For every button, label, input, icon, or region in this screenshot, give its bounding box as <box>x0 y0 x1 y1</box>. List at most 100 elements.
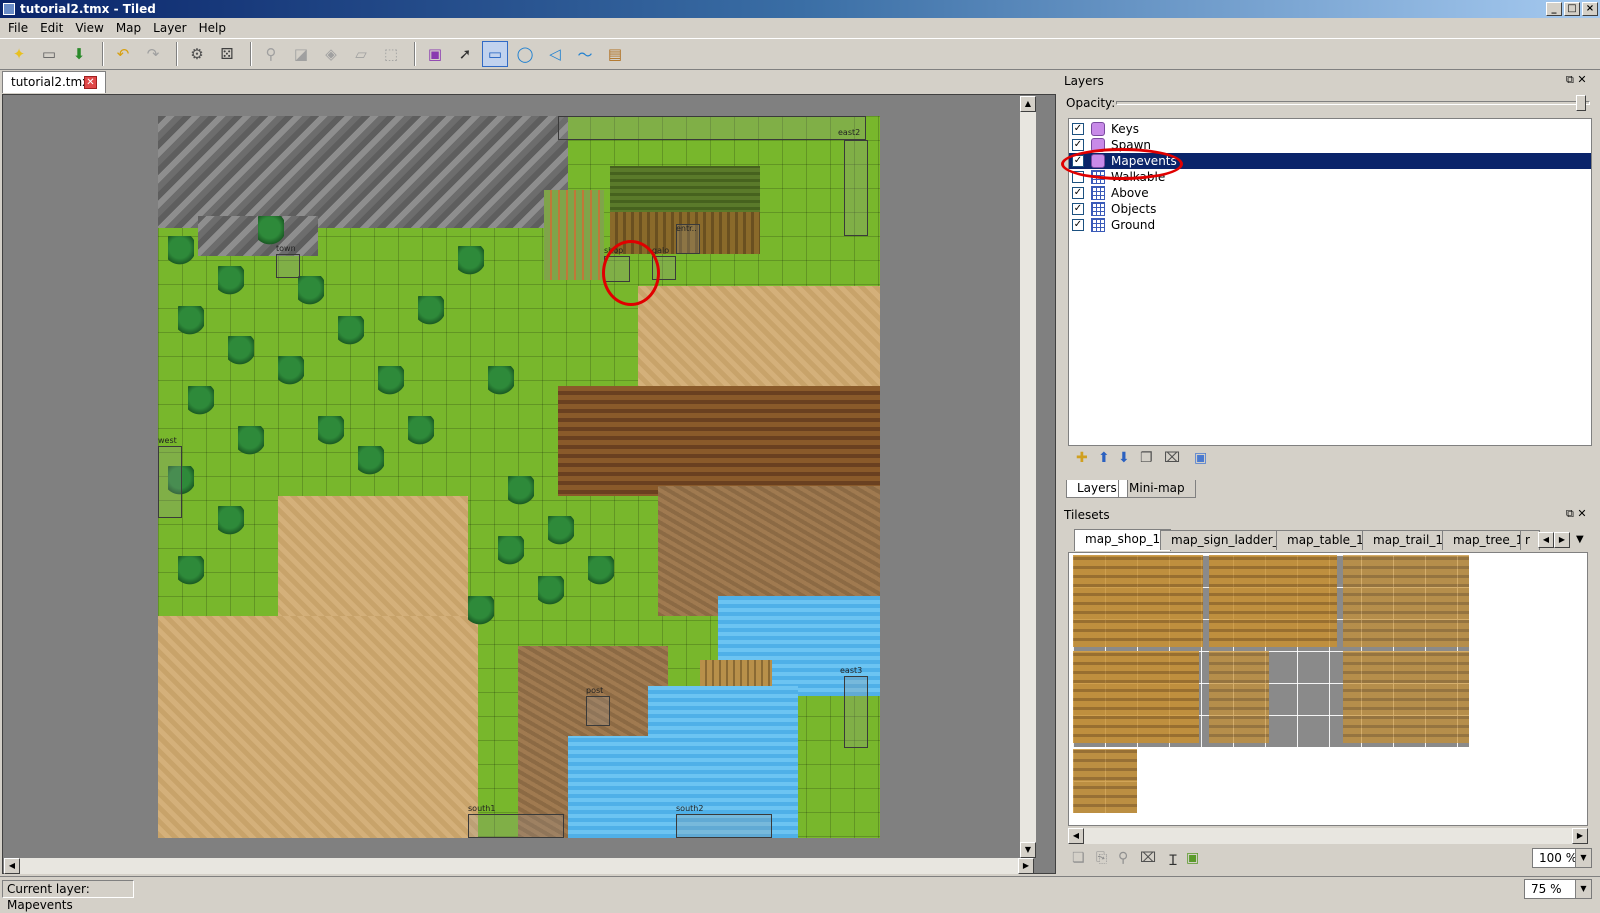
menu-view[interactable]: View <box>69 21 109 35</box>
scroll-up-icon[interactable]: ▲ <box>1020 96 1036 112</box>
tiled-app-icon <box>3 3 15 15</box>
tileset-tab-map-trail-1[interactable]: map_trail_1 <box>1362 530 1454 550</box>
open-file-icon[interactable]: ▭ <box>36 41 62 67</box>
menu-map[interactable]: Map <box>110 21 147 35</box>
pine-tree <box>468 596 494 626</box>
close-window-button[interactable]: × <box>1582 2 1598 16</box>
menu-layer[interactable]: Layer <box>147 21 192 35</box>
save-file-icon[interactable]: ⬇ <box>66 41 92 67</box>
lower-layer-icon[interactable]: ⬇ <box>1118 450 1130 466</box>
layer-row-above[interactable]: ✓ Above <box>1069 185 1591 201</box>
chevron-down-icon[interactable]: ▼ <box>1575 880 1591 898</box>
new-tileset-icon[interactable]: ❏ <box>1072 850 1085 866</box>
menu-file[interactable]: File <box>2 21 34 35</box>
redo-icon[interactable]: ↷ <box>140 41 166 67</box>
tileset-horizontal-scrollbar[interactable]: ◀ ▶ <box>1068 828 1588 844</box>
shop-shelf-tiles <box>1343 651 1469 743</box>
chevron-down-icon[interactable]: ▼ <box>1575 849 1591 867</box>
pine-tree <box>418 296 444 326</box>
delete-tileset-icon[interactable]: ⌧ <box>1140 850 1156 866</box>
zone-post[interactable] <box>586 696 610 726</box>
map-horizontal-scrollbar[interactable]: ◀ ▶ <box>4 858 1034 874</box>
tileset-tab-map-shop-1[interactable]: map_shop_1 <box>1074 529 1172 551</box>
toolbar-separator <box>414 42 416 66</box>
tileset-tabs-left-icon[interactable]: ◀ <box>1538 532 1554 548</box>
layer-row-objects[interactable]: ✓ Objects <box>1069 201 1591 217</box>
map-canvas[interactable]: north east2 town shop galo entr.. west e… <box>158 116 880 838</box>
stamp-brush-icon[interactable]: ⚲ <box>258 41 284 67</box>
tileset-tab-map-table-1[interactable]: map_table_1 <box>1276 530 1375 550</box>
zone-north[interactable] <box>558 116 866 140</box>
raise-layer-icon[interactable]: ⬆ <box>1098 450 1110 466</box>
rect-select-icon[interactable]: ⬚ <box>378 41 404 67</box>
document-tab[interactable]: tutorial2.tmx ✕ <box>2 71 106 93</box>
bucket-fill-icon[interactable]: ◈ <box>318 41 344 67</box>
object-layer-icon <box>1091 122 1105 136</box>
select-objects-icon[interactable]: ➚ <box>452 41 478 67</box>
layer-visibility-checkbox[interactable]: ✓ <box>1072 219 1084 231</box>
zone-south2[interactable] <box>676 814 772 838</box>
scroll-left-icon[interactable]: ◀ <box>4 858 20 874</box>
scroll-down-icon[interactable]: ▼ <box>1020 842 1036 858</box>
duplicate-layer-icon[interactable]: ❐ <box>1140 450 1153 466</box>
zone-label-east2: east2 <box>838 128 861 137</box>
tileset-tabs-menu-icon[interactable]: ▼ <box>1576 534 1584 545</box>
menu-edit[interactable]: Edit <box>34 21 69 35</box>
tab-mini-map[interactable]: Mini-map <box>1118 480 1196 498</box>
scroll-right-icon[interactable]: ▶ <box>1018 858 1034 874</box>
layer-visibility-checkbox[interactable]: ✓ <box>1072 123 1084 135</box>
map-zoom-select[interactable]: 75 % ▼ <box>1524 879 1592 899</box>
edit-terrain-icon[interactable]: Ｉ <box>1166 850 1180 870</box>
tileset-tabs-right-icon[interactable]: ▶ <box>1554 532 1570 548</box>
pine-tree <box>218 266 244 296</box>
layer-visibility-checkbox[interactable]: ✓ <box>1072 187 1084 199</box>
tileset-zoom-select[interactable]: 100 % ▼ <box>1532 848 1592 868</box>
layer-row-keys[interactable]: ✓ Keys <box>1069 121 1591 137</box>
menu-bar: File Edit View Map Layer Help <box>0 18 1600 38</box>
scroll-right-icon[interactable]: ▶ <box>1572 828 1588 844</box>
map-vertical-scrollbar[interactable]: ▲ ▼ <box>1020 96 1036 858</box>
import-tileset-icon[interactable]: ⎘ <box>1096 850 1107 866</box>
opacity-slider[interactable] <box>1116 101 1590 105</box>
insert-tile-icon[interactable]: ▤ <box>602 41 628 67</box>
terrain-brush-icon[interactable]: ◪ <box>288 41 314 67</box>
pine-tree <box>258 216 284 246</box>
random-dice-icon[interactable]: ⚄ <box>214 41 240 67</box>
layer-row-ground[interactable]: ✓ Ground <box>1069 217 1591 233</box>
insert-rectangle-icon[interactable]: ▭ <box>482 41 508 67</box>
add-layer-icon[interactable]: ✚ <box>1076 450 1088 466</box>
export-tileset-icon[interactable]: ⚲ <box>1118 850 1128 866</box>
tileset-tab-overflow[interactable]: r <box>1520 530 1540 550</box>
wooden-bridge <box>700 660 772 686</box>
opacity-slider-handle[interactable] <box>1576 95 1586 111</box>
layer-visibility-checkbox[interactable]: ✓ <box>1072 203 1084 215</box>
insert-ellipse-icon[interactable]: ◯ <box>512 41 538 67</box>
tilesets-dock-controls[interactable]: ⧉ ✕ <box>1566 507 1587 521</box>
layer-visibility-checkbox[interactable]: ✓ <box>1072 139 1084 151</box>
menu-help[interactable]: Help <box>193 21 232 35</box>
scroll-left-icon[interactable]: ◀ <box>1068 828 1084 844</box>
pine-tree <box>178 556 204 586</box>
close-tab-icon[interactable]: ✕ <box>84 76 97 89</box>
eraser-icon[interactable]: ▱ <box>348 41 374 67</box>
undo-icon[interactable]: ↶ <box>110 41 136 67</box>
zone-east2[interactable] <box>844 140 868 236</box>
tileset-properties-icon[interactable]: ▣ <box>1186 850 1199 866</box>
minimize-button[interactable]: _ <box>1546 2 1562 16</box>
layers-dock-controls[interactable]: ⧉ ✕ <box>1566 73 1587 87</box>
dirt-area <box>158 616 478 838</box>
commands-icon[interactable]: ⚙ <box>184 41 210 67</box>
zone-west[interactable] <box>158 446 182 518</box>
insert-polyline-icon[interactable]: 〜 <box>572 41 598 67</box>
insert-polygon-icon[interactable]: ◁ <box>542 41 568 67</box>
zone-south1[interactable] <box>468 814 564 838</box>
delete-layer-icon[interactable]: ⌧ <box>1164 450 1180 466</box>
pine-tree <box>318 416 344 446</box>
maximize-button[interactable]: □ <box>1564 2 1580 16</box>
zone-east3[interactable] <box>844 676 868 748</box>
magic-wand-icon[interactable]: ▣ <box>422 41 448 67</box>
zone-town[interactable] <box>276 254 300 278</box>
new-file-icon[interactable]: ✦ <box>6 41 32 67</box>
tileset-view[interactable] <box>1068 552 1588 826</box>
layer-properties-icon[interactable]: ▣ <box>1194 450 1207 466</box>
